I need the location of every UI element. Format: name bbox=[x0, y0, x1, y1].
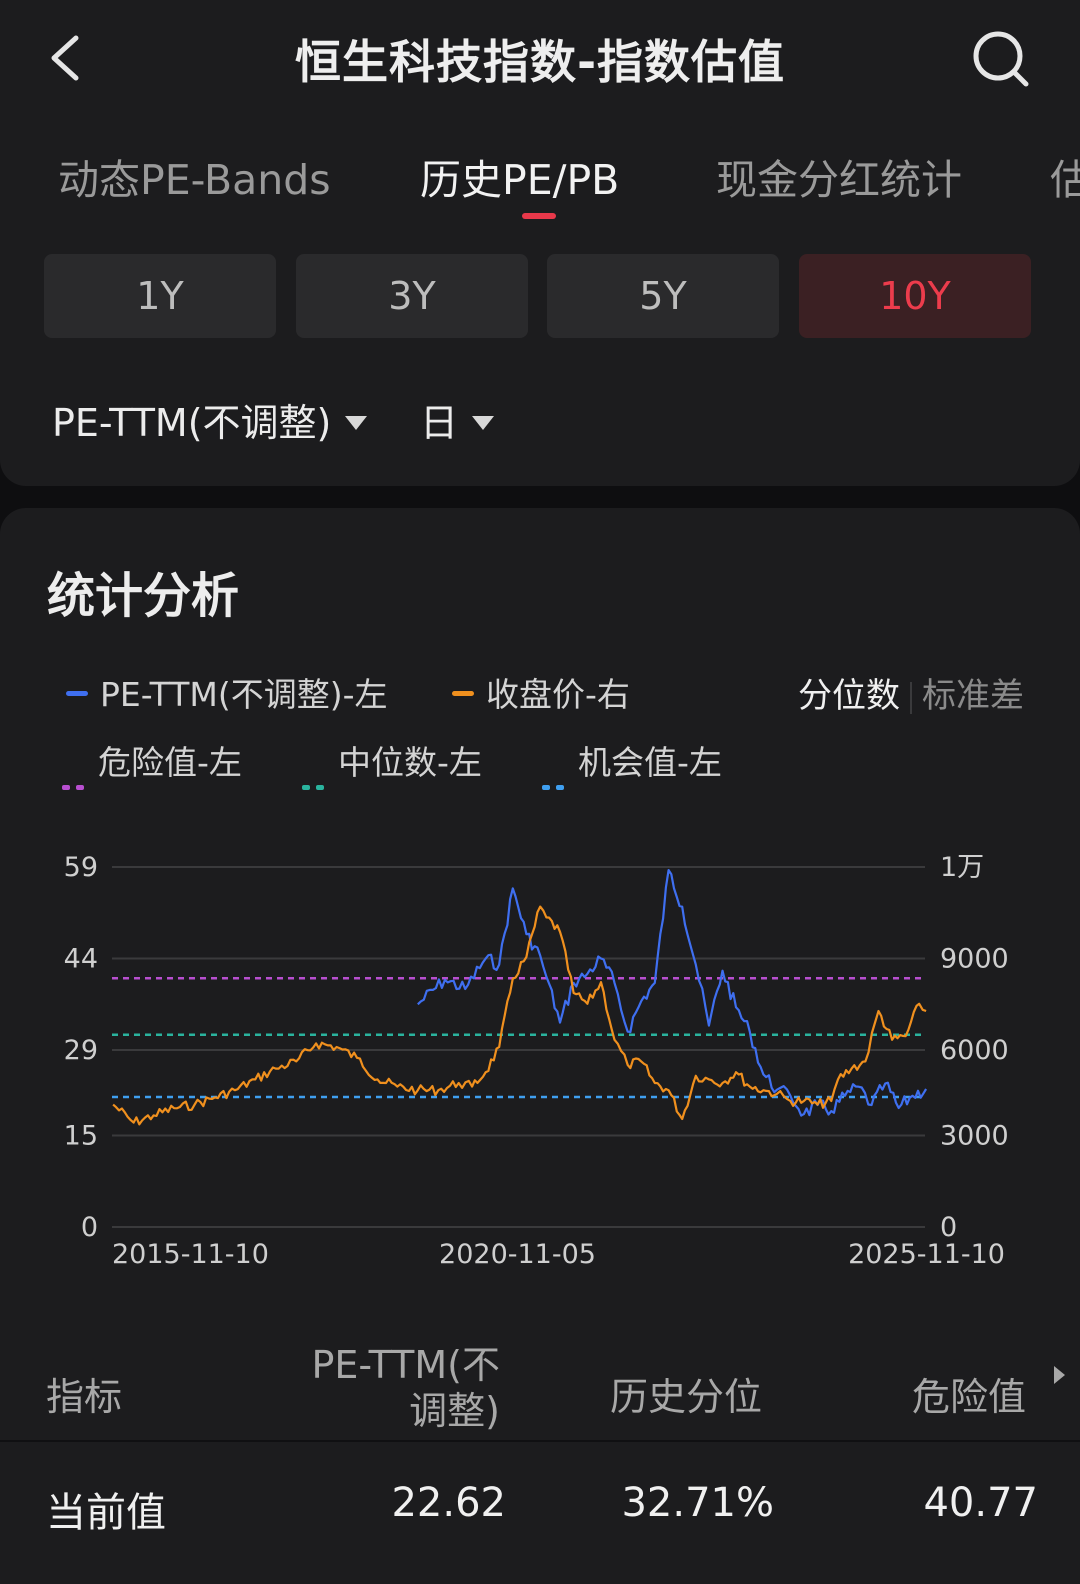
y-right-tick-label: 1万 bbox=[940, 852, 984, 883]
current-danger-value: 40.77 bbox=[923, 1480, 1038, 1526]
x-tick-label: 2025-11-10 bbox=[848, 1239, 1005, 1270]
period-dropdown[interactable]: 日 bbox=[420, 392, 495, 447]
current-pe-value: 22.62 bbox=[391, 1480, 506, 1526]
caret-down-icon bbox=[345, 415, 368, 430]
table-row: 当前值 22.62 32.71% 40.77 bbox=[0, 1442, 1080, 1558]
header-danger: 危险值 bbox=[912, 1375, 1027, 1419]
range-3y-button[interactable]: 3Y bbox=[296, 254, 528, 338]
search-icon[interactable] bbox=[970, 28, 1034, 92]
range-5y-button[interactable]: 5Y bbox=[547, 254, 779, 338]
tab-cash-dividend[interactable]: 现金分红统计 bbox=[716, 146, 962, 206]
y-left-tick-label: 15 bbox=[64, 1120, 98, 1151]
range-1y-button[interactable]: 1Y bbox=[44, 254, 276, 338]
page-title: 恒生科技指数-指数估值 bbox=[294, 35, 786, 89]
stat-mode-toggle: 分位数 标准差 bbox=[798, 668, 1024, 717]
y-right-tick-label: 9000 bbox=[940, 944, 1009, 975]
legend-median[interactable]: 中位数-左 bbox=[302, 736, 482, 790]
header-indicator: 指标 bbox=[46, 1375, 123, 1419]
legend-swatch bbox=[452, 691, 474, 696]
legend-swatch bbox=[542, 759, 566, 790]
tab-dynamic-pe-bands[interactable]: 动态PE-Bands bbox=[58, 146, 331, 206]
range-10y-button[interactable]: 10Y bbox=[799, 254, 1031, 338]
legend-label: PE-TTM(不调整)-左 bbox=[100, 675, 388, 714]
legend-pe-ttm[interactable]: PE-TTM(不调整)-左 bbox=[66, 668, 388, 716]
y-left-tick-label: 44 bbox=[64, 944, 98, 975]
y-right-tick-label: 3000 bbox=[940, 1120, 1009, 1151]
metric-dropdown-label: PE-TTM(不调整) bbox=[52, 401, 332, 445]
mode-percentile-button[interactable]: 分位数 bbox=[798, 676, 900, 716]
legend-label: 机会值-左 bbox=[578, 743, 722, 782]
close-price-series-line bbox=[112, 905, 927, 1126]
pe-ttm-series-line bbox=[417, 869, 928, 1117]
legend-swatch bbox=[66, 691, 88, 696]
caret-down-icon bbox=[472, 415, 495, 430]
y-left-tick-label: 59 bbox=[64, 852, 98, 883]
tab-bar: 动态PE-Bands 历史PE/PB 现金分红统计 估 bbox=[0, 120, 1080, 230]
scroll-right-icon[interactable] bbox=[1054, 1366, 1065, 1384]
legend-label: 危险值-左 bbox=[98, 743, 242, 782]
mode-divider bbox=[910, 681, 912, 714]
controls-card: 动态PE-Bands 历史PE/PB 现金分红统计 估 1Y 3Y 5Y 10Y… bbox=[0, 120, 1080, 486]
current-percentile-value: 32.71% bbox=[621, 1480, 774, 1526]
x-tick-label: 2020-11-05 bbox=[439, 1239, 596, 1270]
x-tick-label: 2015-11-10 bbox=[112, 1239, 269, 1270]
time-range-selector: 1Y 3Y 5Y 10Y bbox=[44, 254, 1039, 338]
active-tab-indicator bbox=[522, 213, 556, 219]
header-percentile: 历史分位 bbox=[610, 1375, 763, 1419]
top-bar: 恒生科技指数-指数估值 bbox=[0, 0, 1080, 120]
section-title: 统计分析 bbox=[47, 568, 240, 624]
legend-danger[interactable]: 危险值-左 bbox=[62, 736, 242, 790]
legend-swatch bbox=[302, 759, 326, 790]
y-left-tick-label: 0 bbox=[81, 1212, 98, 1243]
tab-valuation-more[interactable]: 估 bbox=[1050, 146, 1080, 206]
tab-history-pe-pb[interactable]: 历史PE/PB bbox=[420, 146, 619, 206]
metric-dropdown[interactable]: PE-TTM(不调整) bbox=[52, 392, 368, 447]
legend-label: 收盘价-右 bbox=[486, 675, 630, 714]
legend-swatch bbox=[62, 759, 86, 790]
legend-opportunity[interactable]: 机会值-左 bbox=[542, 736, 722, 790]
valuation-chart[interactable]: 59 1万44 900029 600015 30000 02015-11-10 2020-1… bbox=[0, 824, 1080, 1284]
legend-close-price[interactable]: 收盘价-右 bbox=[452, 668, 630, 716]
row-label: 当前值 bbox=[46, 1490, 166, 1536]
y-right-tick-label: 6000 bbox=[940, 1035, 1009, 1066]
stats-card: 统计分析 PE-TTM(不调整)-左 收盘价-右 分位数 标准差 危险值-左 中位… bbox=[0, 508, 1080, 1584]
y-left-tick-label: 29 bbox=[64, 1035, 98, 1066]
period-dropdown-label: 日 bbox=[420, 401, 459, 445]
mode-stddev-button[interactable]: 标准差 bbox=[922, 676, 1024, 716]
header-pe-ttm: PE-TTM(不调整) bbox=[311, 1343, 500, 1433]
table-header: 指标 PE-TTM(不调整) 历史分位 危险值 bbox=[0, 1330, 1080, 1442]
legend-label: 中位数-左 bbox=[338, 743, 482, 782]
